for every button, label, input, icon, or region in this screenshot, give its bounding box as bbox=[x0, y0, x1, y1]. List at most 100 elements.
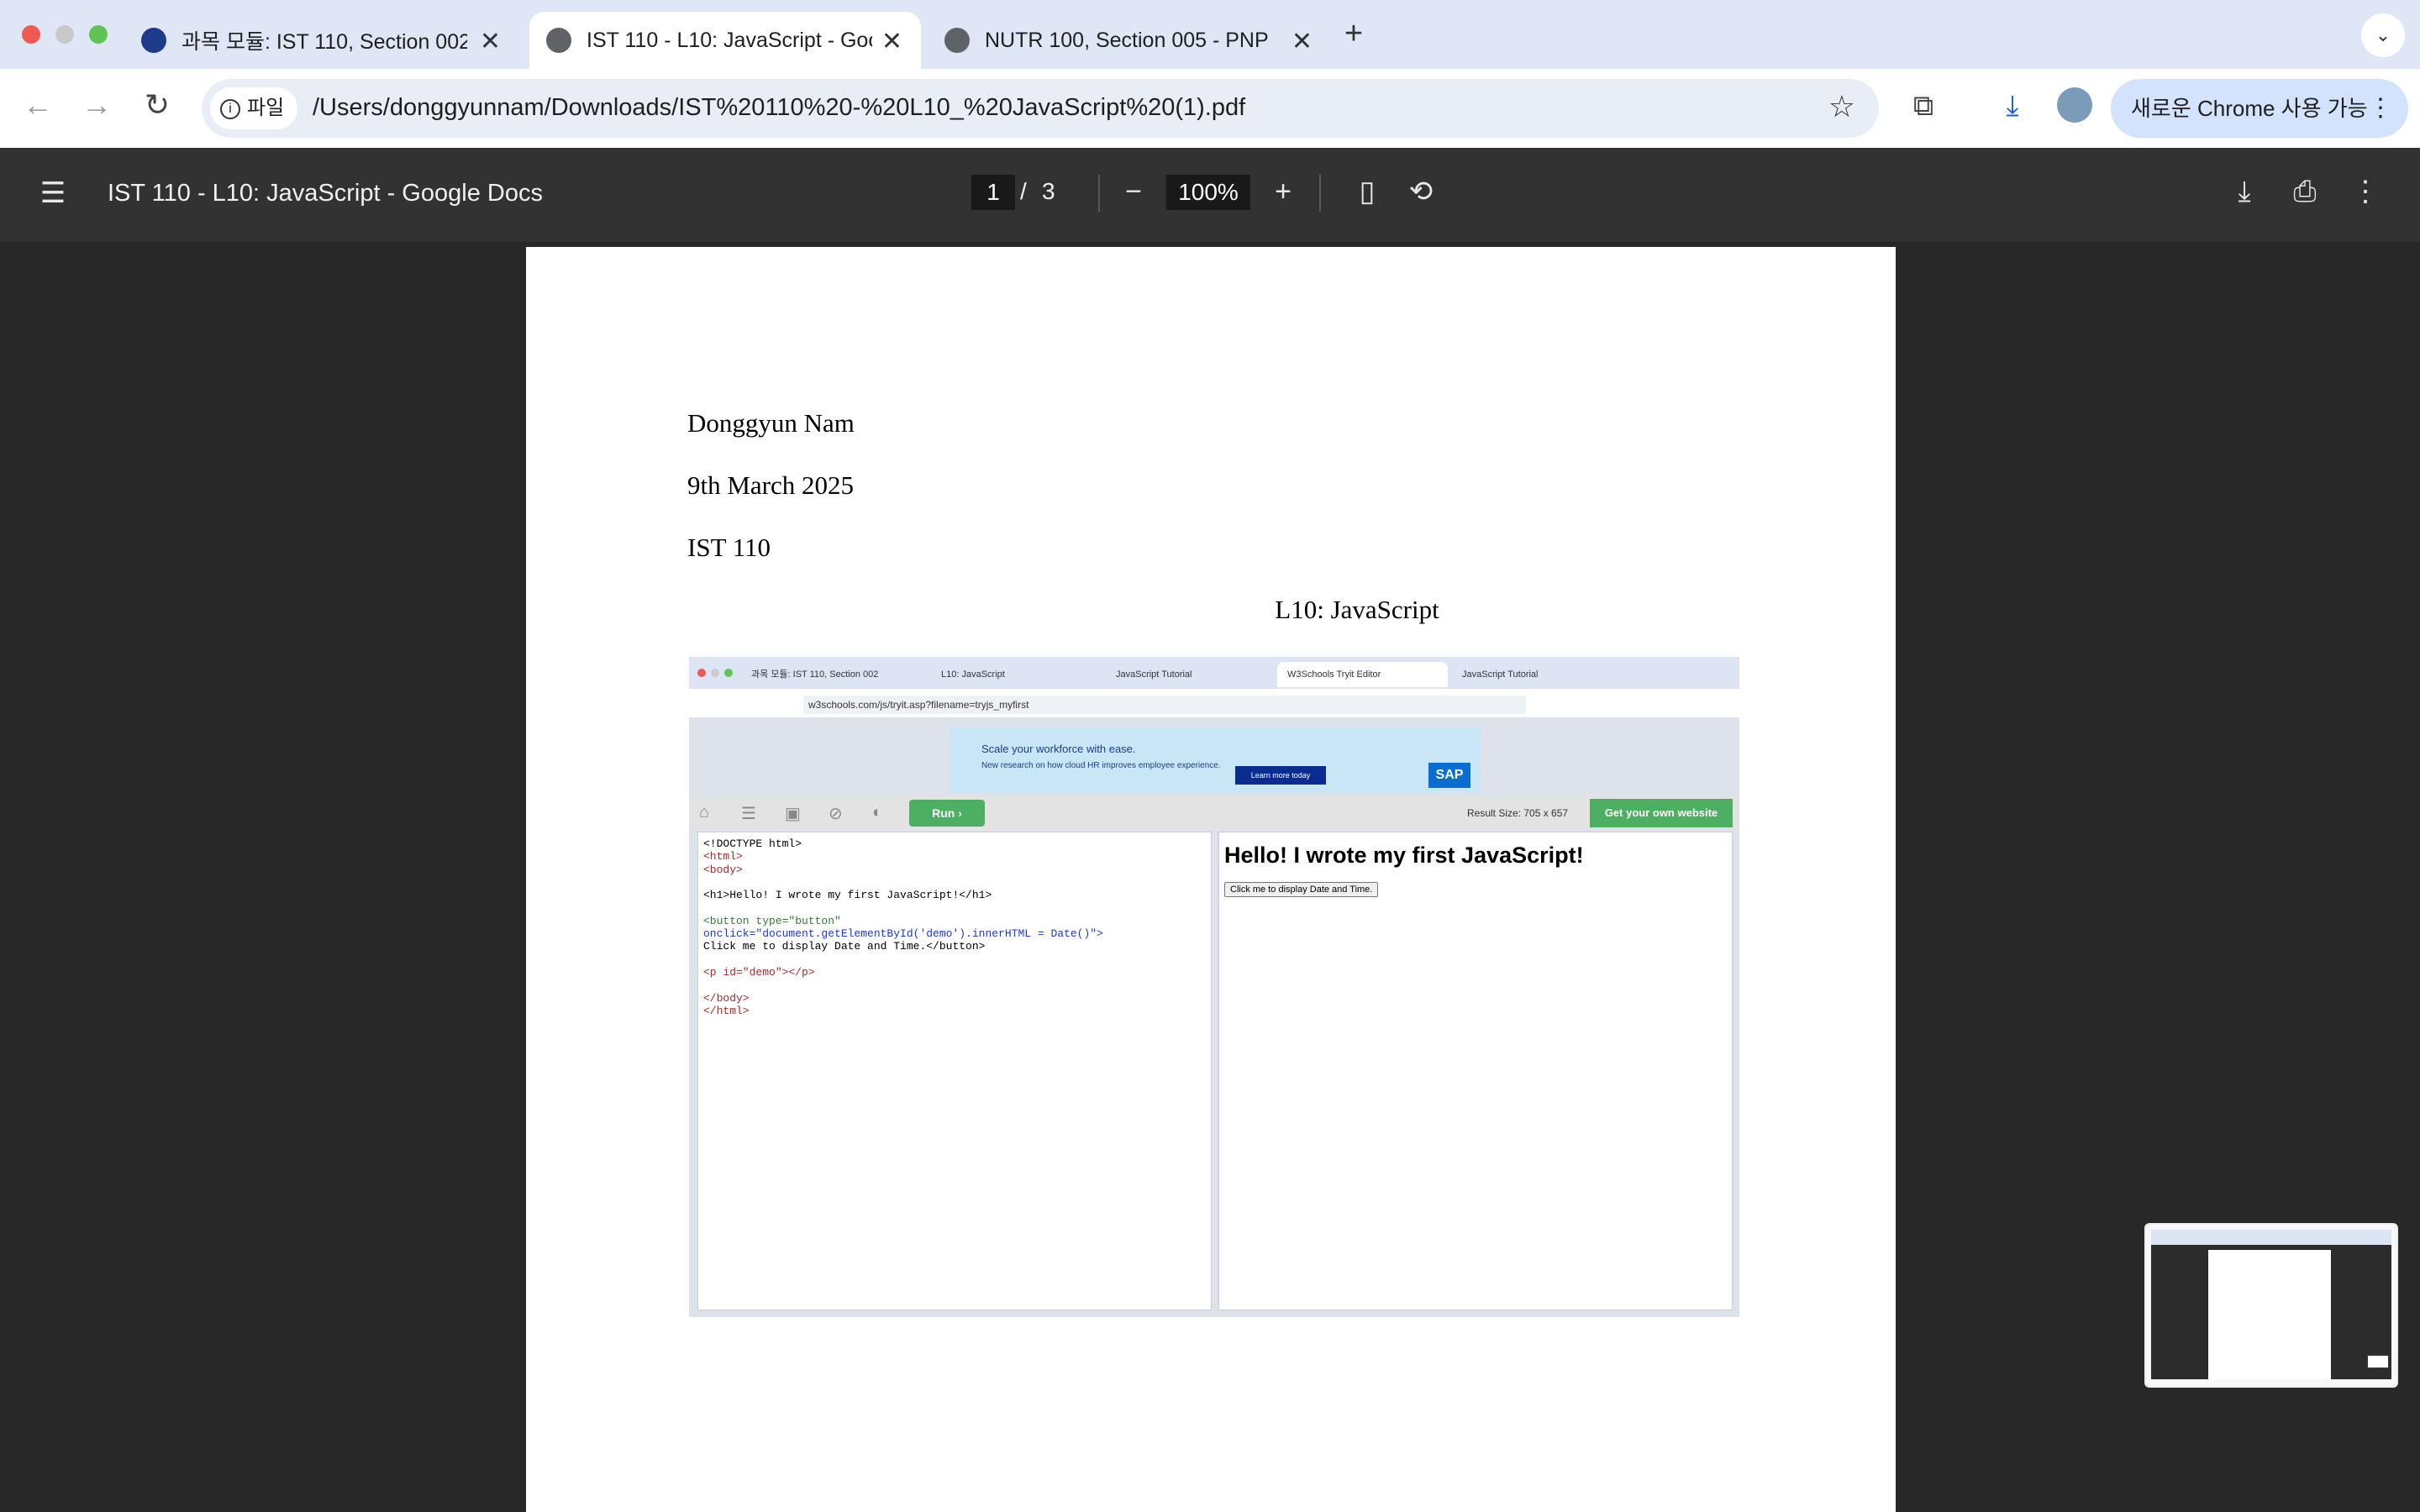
maximize-window-button[interactable] bbox=[89, 25, 108, 44]
globe-icon bbox=[944, 28, 970, 53]
rotate-icon: ⊘ bbox=[829, 805, 843, 823]
close-tab-icon[interactable]: ✕ bbox=[1292, 27, 1313, 56]
screenshot-tab: JavaScript Tutorial bbox=[1462, 669, 1539, 680]
code-line: ​ bbox=[703, 876, 1206, 889]
menu-icon: ☰ bbox=[741, 805, 756, 823]
result-pane: Hello! I wrote my first JavaScript! Clic… bbox=[1218, 832, 1733, 1310]
tab-ist110-l10[interactable]: IST 110 - L10: JavaScript - Google Docs … bbox=[529, 12, 921, 69]
code-line: <h1>Hello! I wrote my first JavaScript!<… bbox=[703, 889, 992, 902]
screenshot-tab-strip: 과목 모듈: IST 110, Section 002 L10: JavaScr… bbox=[689, 657, 1739, 689]
code-line: <button type="button" bbox=[703, 914, 841, 927]
theme-icon: ◐ bbox=[872, 803, 883, 822]
url-text: /Users/donggyunnam/Downloads/IST%20110%2… bbox=[313, 94, 1246, 121]
close-tab-icon[interactable]: ✕ bbox=[480, 27, 501, 56]
page-total: 3 bbox=[1042, 178, 1055, 204]
code-line: </body> bbox=[703, 991, 750, 1005]
globe-icon bbox=[546, 28, 571, 53]
address-bar[interactable]: i 파일 /Users/donggyunnam/Downloads/IST%201… bbox=[202, 79, 1879, 138]
get-website-button: Get your own website bbox=[1590, 799, 1733, 827]
thumbnail-page bbox=[2208, 1250, 2331, 1379]
document-heading: L10: JavaScript bbox=[1275, 595, 1439, 624]
screenshot-tab: L10: JavaScript bbox=[941, 669, 1005, 680]
code-line: <!DOCTYPE html> bbox=[703, 837, 802, 850]
code-line: ​ bbox=[703, 901, 1206, 914]
ad-banner: Scale your workforce with ease. New rese… bbox=[950, 727, 1481, 793]
bookmark-star-icon[interactable]: ☆ bbox=[1828, 89, 1855, 124]
code-line: ​ bbox=[703, 953, 1206, 966]
traffic-lights bbox=[697, 669, 706, 677]
divider bbox=[1319, 175, 1321, 212]
save-icon: ▣ bbox=[785, 805, 801, 823]
tab-strip: 과목 모듈: IST 110, Section 002 ✕ IST 110 - … bbox=[0, 0, 2420, 69]
tab-title: IST 110 - L10: JavaScript - Google Docs bbox=[587, 28, 872, 52]
screenshot-tab: 과목 모듈: IST 110, Section 002 bbox=[751, 669, 879, 680]
page-thumbnail[interactable] bbox=[2144, 1223, 2398, 1388]
code-line: ​ bbox=[703, 979, 1206, 991]
page-separator: / bbox=[1020, 178, 1027, 204]
pdf-toolbar: ☰ IST 110 - L10: JavaScript - Google Doc… bbox=[0, 148, 2420, 242]
tab-search-button[interactable]: ⌄ bbox=[2361, 13, 2405, 57]
chrome-update-button[interactable]: 새로운 Chrome 사용 가능 ⋮ bbox=[2111, 79, 2408, 138]
pdf-title: IST 110 - L10: JavaScript - Google Docs bbox=[108, 180, 543, 207]
extensions-icon[interactable]: ⧉ bbox=[1902, 89, 1944, 123]
tryit-toolbar: ⌂ ☰ ▣ ⊘ ◐ Run › Result Size: 705 x 657 G… bbox=[689, 796, 1739, 830]
tab-title: NUTR 100, Section 005 - PNP bbox=[985, 28, 1269, 52]
divider bbox=[1098, 175, 1100, 212]
close-window-button[interactable] bbox=[22, 25, 40, 44]
code-line: Click me to display Date and Time.</butt… bbox=[703, 940, 986, 953]
ad-headline: Scale your workforce with ease. bbox=[981, 743, 1136, 755]
code-editor: <!DOCTYPE html><html><body>​<h1>Hello! I… bbox=[697, 832, 1212, 1310]
zoom-level-input[interactable]: 100% bbox=[1166, 175, 1250, 210]
screenshot-tab: JavaScript Tutorial bbox=[1116, 669, 1192, 680]
code-line: </html> bbox=[703, 1004, 750, 1017]
site-info-chip[interactable]: i 파일 bbox=[210, 87, 298, 129]
screenshot-address-bar: w3schools.com/js/tryit.asp?filename=tryj… bbox=[689, 689, 1739, 717]
date-line: 9th March 2025 bbox=[687, 470, 855, 500]
ad-brand-logo: SAP bbox=[1428, 763, 1470, 788]
result-button: Click me to display Date and Time. bbox=[1224, 882, 1379, 897]
close-tab-icon[interactable]: ✕ bbox=[881, 27, 902, 56]
result-size: Result Size: 705 x 657 bbox=[1467, 807, 1569, 819]
info-icon: i bbox=[220, 98, 240, 119]
zoom-out-button[interactable]: − bbox=[1113, 175, 1155, 208]
page-number-input[interactable]: 1 bbox=[971, 175, 1015, 210]
scheme-label: 파일 bbox=[247, 97, 285, 119]
more-menu-icon: ⋮ bbox=[2368, 94, 2393, 122]
rotate-icon[interactable]: ⟲ bbox=[1400, 175, 1442, 208]
code-line: <body> bbox=[703, 863, 743, 876]
author-line: Donggyun Nam bbox=[687, 408, 855, 438]
sidebar-menu-icon[interactable]: ☰ bbox=[32, 176, 74, 210]
tab-title: 과목 모듈: IST 110, Section 002 bbox=[182, 30, 467, 54]
screenshot-tab: W3Schools Tryit Editor bbox=[1277, 662, 1449, 687]
toolbar: i 파일 /Users/donggyunnam/Downloads/IST%201… bbox=[0, 69, 2420, 148]
profile-avatar[interactable] bbox=[2057, 87, 2092, 123]
run-button: Run › bbox=[909, 800, 985, 827]
ad-body: New research on how cloud HR improves em… bbox=[981, 761, 1221, 770]
course-line: IST 110 bbox=[687, 533, 771, 562]
download-icon[interactable]: ⤓ bbox=[2223, 175, 2265, 208]
code-line: onclick="document.getElementById('demo')… bbox=[703, 927, 1103, 941]
thumbnail-toggle-icon[interactable] bbox=[2366, 1354, 2390, 1369]
tab-nutr100[interactable]: NUTR 100, Section 005 - PNP ✕ bbox=[944, 12, 1331, 69]
screenshot-url: w3schools.com/js/tryit.asp?filename=tryj… bbox=[803, 696, 1526, 714]
forward-button[interactable]: → bbox=[76, 87, 118, 123]
fit-page-icon[interactable]: ▯ bbox=[1346, 175, 1388, 208]
reload-button[interactable]: ↻ bbox=[136, 87, 178, 123]
home-icon: ⌂ bbox=[699, 803, 710, 822]
zoom-in-button[interactable]: + bbox=[1262, 175, 1304, 208]
new-tab-button[interactable]: + bbox=[1333, 17, 1375, 50]
downloads-icon[interactable]: ⤓ bbox=[1991, 89, 2033, 123]
minimize-window-button[interactable] bbox=[55, 25, 74, 44]
code-line: <p id="demo"></p> bbox=[703, 965, 815, 979]
ad-cta: Learn more today bbox=[1235, 766, 1326, 785]
code-line: <html> bbox=[703, 850, 743, 864]
embedded-screenshot: 과목 모듈: IST 110, Section 002 L10: JavaScr… bbox=[689, 657, 1739, 1317]
tab-ist110-modules[interactable]: 과목 모듈: IST 110, Section 002 ✕ bbox=[141, 12, 519, 69]
more-actions-icon[interactable]: ⋮ bbox=[2344, 175, 2386, 208]
print-icon[interactable]: ⎙ bbox=[2284, 175, 2326, 208]
browser-chrome: 과목 모듈: IST 110, Section 002 ✕ IST 110 - … bbox=[0, 0, 2420, 148]
result-heading: Hello! I wrote my first JavaScript! bbox=[1224, 843, 1584, 868]
run-label: Run bbox=[932, 806, 955, 820]
psu-shield-icon bbox=[141, 28, 166, 53]
back-button[interactable]: ← bbox=[17, 87, 59, 123]
